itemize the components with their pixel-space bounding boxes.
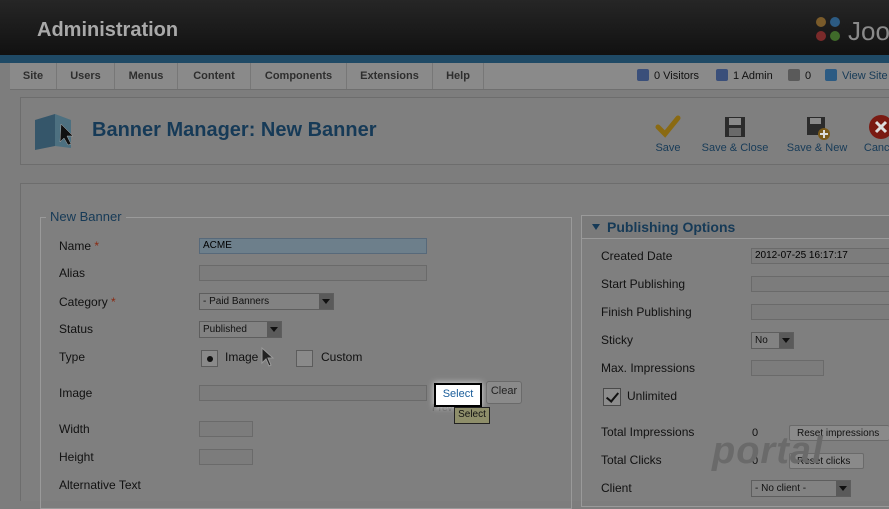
unlimited-label[interactable]: Unlimited [627,389,677,403]
page-title: Banner Manager: New Banner [92,119,377,141]
menu-content[interactable]: Content [178,63,251,89]
width-input[interactable] [199,421,253,437]
save-new-label: Save & New [786,142,848,154]
category-required-mark: * [111,295,116,309]
chevron-down-icon [779,333,793,348]
view-site-icon [825,69,837,81]
clear-button[interactable]: Clear [486,381,522,404]
created-date-label: Created Date [601,249,673,263]
height-label: Height [59,450,94,464]
save-button[interactable]: Save [648,98,688,164]
select-tooltip: Select [454,407,490,424]
save-close-button[interactable]: Save & Close [699,98,771,164]
visitors-icon [637,69,649,81]
type-image-label[interactable]: Image [225,350,258,364]
finish-publishing-label: Finish Publishing [601,305,692,319]
menu-components[interactable]: Components [251,63,347,89]
client-select[interactable]: - No client - [751,480,851,497]
image-input[interactable] [199,385,427,401]
disk-plus-icon [807,117,830,140]
menu-help[interactable]: Help [433,63,484,89]
total-impressions-label: Total Impressions [601,425,695,439]
messages-status[interactable]: 0 [788,63,811,89]
client-label: Client [601,481,632,495]
admin-header: Administration Joo [0,0,889,55]
cancel-icon [869,115,889,139]
name-required-mark: * [94,239,100,253]
select-image-button[interactable]: Select [434,383,482,407]
save-button-label: Save [655,142,681,154]
type-label: Type [59,350,86,364]
start-publishing-label: Start Publishing [601,277,686,291]
height-input[interactable] [199,449,253,465]
publishing-options-title: Publishing Options [607,219,736,235]
chevron-down-icon [267,322,281,337]
total-clicks-label: Total Clicks [601,453,662,467]
menu-users[interactable]: Users [57,63,115,89]
type-custom-radio[interactable] [296,350,313,367]
finish-publishing-input[interactable] [751,304,889,320]
status-select[interactable]: Published [199,321,282,338]
menu-extensions[interactable]: Extensions [347,63,433,89]
status-label: Status [59,322,94,336]
checkmark-icon [655,115,681,138]
sticky-label: Sticky [601,333,634,347]
admin-users-icon [716,69,728,81]
messages-icon [788,69,800,81]
menu-menus[interactable]: Menus [115,63,178,89]
collapse-triangle-icon [592,224,600,230]
joomla-logo-text: Joo [848,15,889,46]
view-site-link[interactable]: View Site [825,63,888,89]
publishing-options-header[interactable]: Publishing Options [582,216,889,239]
new-banner-legend: New Banner [46,209,126,224]
save-close-label: Save & Close [701,142,769,154]
portal-watermark: portal [712,430,824,472]
max-impressions-input[interactable] [751,360,824,376]
type-custom-label[interactable]: Custom [321,350,362,364]
name-input[interactable]: ACME [199,238,427,254]
menu-site[interactable]: Site [10,63,57,89]
cancel-label: Cancel [863,142,889,154]
joomla-logo-mark [816,17,844,45]
max-impressions-label: Max. Impressions [601,361,696,375]
width-label: Width [59,422,90,436]
category-select[interactable]: - Paid Banners [199,293,334,310]
banner-manager-icon [35,114,74,150]
image-label: Image [59,386,93,400]
admin-title: Administration [37,19,179,41]
sticky-select[interactable]: No [751,332,794,349]
created-date-input[interactable]: 2012-07-25 16:17:17 [751,248,889,264]
alt-text-label: Alternative Text [59,478,141,492]
mouse-cursor-icon [261,347,275,367]
chevron-down-icon [319,294,333,309]
alias-input[interactable] [199,265,427,281]
name-label: Name * [59,239,100,253]
radio-dot [207,356,213,362]
disk-icon [725,117,745,137]
category-label: Category * [59,295,116,309]
main-menu: Site Users Menus Content Components Exte… [10,63,889,90]
start-publishing-input[interactable] [751,276,889,292]
unlimited-checkbox[interactable] [603,388,621,406]
chevron-down-icon [836,481,850,496]
admins-status: 1 Admin [716,63,773,89]
type-image-radio[interactable] [201,350,218,367]
visitors-status: 0 Visitors [637,63,699,89]
joomla-logo: Joo [816,15,889,47]
cancel-button[interactable]: Cancel [856,98,889,164]
header-accent-bar [0,55,889,63]
toolbar: Banner Manager: New Banner Save Save & C… [20,97,889,165]
alias-label: Alias [59,266,86,280]
save-new-button[interactable]: Save & New [782,98,852,164]
